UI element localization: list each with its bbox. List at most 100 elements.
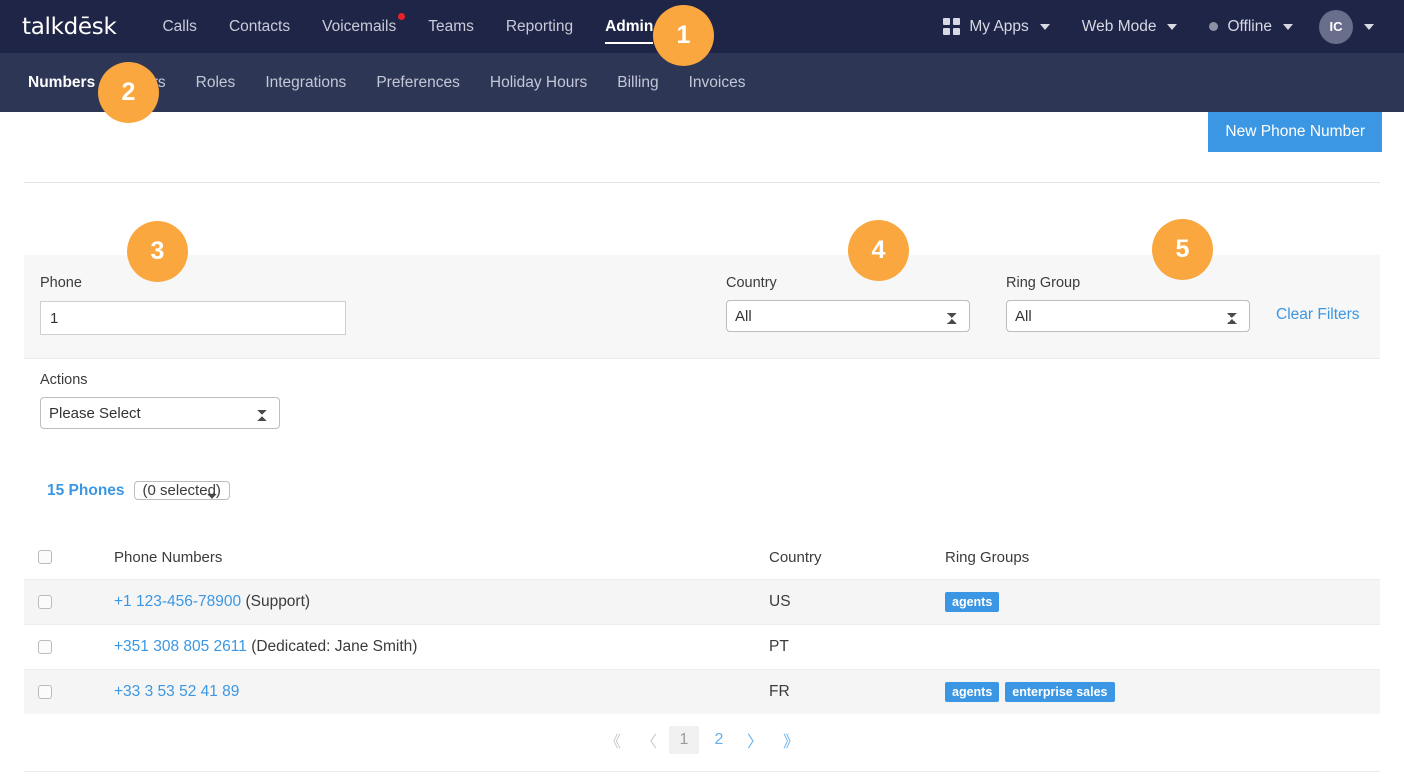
phone-number-suffix: (Support) (241, 593, 311, 610)
cell-country: FR (769, 683, 790, 700)
phone-filter-label: Phone (40, 275, 82, 291)
status-dot-icon (1209, 22, 1219, 31)
cell-phone-number: +33 3 53 52 41 89 (114, 683, 769, 701)
avatar: IC (1319, 9, 1353, 44)
phone-number-link[interactable]: +351 308 805 2611 (114, 638, 247, 655)
notification-dot-icon (398, 13, 406, 20)
subnav-item-roles-label: Roles (195, 73, 236, 91)
phones-count-link[interactable]: 15 Phones (47, 482, 125, 499)
subnav-item-billing-label: Billing (617, 73, 659, 91)
ring-group-tag[interactable]: agents (945, 592, 1000, 612)
column-header-phone-numbers: Phone Numbers (114, 548, 223, 566)
cell-ring-groups: agents enterprise sales (945, 682, 1380, 702)
row-select-cell (24, 685, 114, 699)
nav-item-teams[interactable]: Teams (412, 0, 490, 53)
subnav-item-integrations-label: Integrations (265, 73, 347, 91)
ring-group-filter-select[interactable]: All (1006, 300, 1250, 332)
subnav-item-preferences[interactable]: Preferences (361, 53, 475, 112)
column-header-ring-groups: Ring Groups (945, 548, 1030, 566)
actions-select[interactable]: Please Select (40, 397, 280, 429)
nav-item-admin-label: Admin (605, 17, 654, 35)
subnav-item-numbers-label: Numbers (28, 73, 96, 91)
pagination-page-1[interactable]: 1 (669, 726, 699, 754)
pagination: 《 〈 1 2 〉 》 (24, 726, 1380, 754)
pagination-last-button[interactable]: 》 (775, 726, 807, 754)
table-row: +1 123-456-78900 (Support) US agents (24, 579, 1380, 624)
actions-label: Actions (40, 372, 88, 388)
apps-grid-icon (943, 18, 961, 35)
row-checkbox[interactable] (38, 595, 52, 609)
subnav-item-billing[interactable]: Billing (602, 53, 673, 112)
web-mode-label: Web Mode (1081, 17, 1157, 35)
phone-numbers-table: Phone Numbers Country Ring Groups +1 123… (24, 535, 1380, 714)
cell-country: PT (769, 638, 789, 655)
ring-group-filter-label: Ring Group (1006, 275, 1081, 291)
table-row: +33 3 53 52 41 89 FR agents enterprise s… (24, 669, 1380, 714)
table-row: +351 308 805 2611 (Dedicated: Jane Smith… (24, 624, 1380, 669)
chevron-down-icon (1039, 23, 1050, 30)
ring-group-tag[interactable]: enterprise sales (1005, 682, 1115, 702)
new-phone-number-button[interactable]: New Phone Number (1208, 112, 1382, 152)
subnav-item-holiday-hours[interactable]: Holiday Hours (475, 53, 602, 112)
subnav-item-holiday-hours-label: Holiday Hours (489, 73, 588, 91)
app-root: talkdēsk Calls Contacts Voicemails Teams… (0, 0, 1404, 778)
country-filter-select[interactable]: All (726, 300, 970, 332)
subnav-item-preferences-label: Preferences (376, 73, 460, 91)
actions-group: Actions Please Select (40, 372, 280, 429)
nav-item-reporting-label: Reporting (505, 17, 574, 35)
phone-number-link[interactable]: +1 123-456-78900 (114, 593, 241, 610)
annotation-badge-2: 2 (98, 62, 159, 123)
select-all-checkbox[interactable] (38, 550, 52, 564)
nav-item-contacts[interactable]: Contacts (213, 0, 306, 53)
pagination-first-button[interactable]: 《 (597, 726, 629, 754)
phone-number-suffix: (Dedicated: Jane Smith) (246, 638, 418, 655)
row-checkbox[interactable] (38, 685, 52, 699)
chevron-down-icon (1283, 23, 1293, 30)
pagination-next-button[interactable]: 〉 (739, 726, 771, 754)
annotation-badge-3: 3 (127, 221, 188, 282)
table-header-row: Phone Numbers Country Ring Groups (24, 535, 1380, 579)
web-mode-menu[interactable]: Web Mode (1066, 0, 1194, 53)
pagination-page-2[interactable]: 2 (703, 726, 735, 754)
phones-summary: 15 Phones (0 selected) (47, 481, 230, 500)
phones-selected-count: (0 selected) (133, 481, 230, 500)
user-account-menu[interactable]: IC (1309, 0, 1390, 53)
select-all-cell (24, 550, 114, 564)
ring-group-tag[interactable]: agents (945, 682, 1000, 702)
chevron-down-icon (1364, 23, 1374, 30)
phone-filter-input[interactable] (40, 301, 346, 335)
nav-item-voicemails-label: Voicemails (322, 17, 397, 35)
row-select-cell (24, 595, 114, 609)
my-apps-label: My Apps (969, 17, 1029, 35)
nav-item-contacts-label: Contacts (228, 17, 291, 35)
content-divider-bottom (24, 771, 1380, 772)
primary-nav-links: Calls Contacts Voicemails Teams Reportin… (146, 0, 669, 53)
pagination-prev-button[interactable]: 〈 (633, 726, 665, 754)
nav-item-voicemails[interactable]: Voicemails (306, 0, 412, 53)
cell-ring-groups: agents (945, 592, 1380, 612)
talkdesk-logo[interactable]: talkdēsk (22, 14, 117, 40)
nav-item-calls-label: Calls (162, 17, 197, 35)
subnav-item-roles[interactable]: Roles (181, 53, 251, 112)
subnav-item-integrations[interactable]: Integrations (250, 53, 361, 112)
chevron-down-icon (1167, 23, 1178, 30)
annotation-badge-4: 4 (848, 220, 909, 281)
primary-nav-right-cluster: My Apps Web Mode Offline IC (927, 0, 1404, 53)
row-checkbox[interactable] (38, 640, 52, 654)
phone-number-link[interactable]: +33 3 53 52 41 89 (114, 683, 239, 700)
country-filter-label: Country (726, 275, 777, 291)
my-apps-menu[interactable]: My Apps (927, 0, 1065, 53)
admin-subnavigation-bar: Numbers Users Roles Integrations Prefere… (0, 53, 1404, 112)
clear-filters-link[interactable]: Clear Filters (1276, 306, 1360, 324)
content-divider-top (24, 182, 1380, 183)
row-select-cell (24, 640, 114, 654)
nav-item-teams-label: Teams (428, 17, 474, 35)
annotation-badge-5: 5 (1152, 219, 1213, 280)
agent-status-label: Offline (1227, 17, 1272, 35)
phone-filter-group: Phone (40, 275, 346, 335)
nav-item-reporting[interactable]: Reporting (490, 0, 589, 53)
subnav-item-numbers[interactable]: Numbers (13, 53, 110, 112)
nav-item-calls[interactable]: Calls (146, 0, 212, 53)
ring-group-filter-group: Ring Group All (1006, 275, 1250, 332)
agent-status-menu[interactable]: Offline (1193, 0, 1309, 53)
